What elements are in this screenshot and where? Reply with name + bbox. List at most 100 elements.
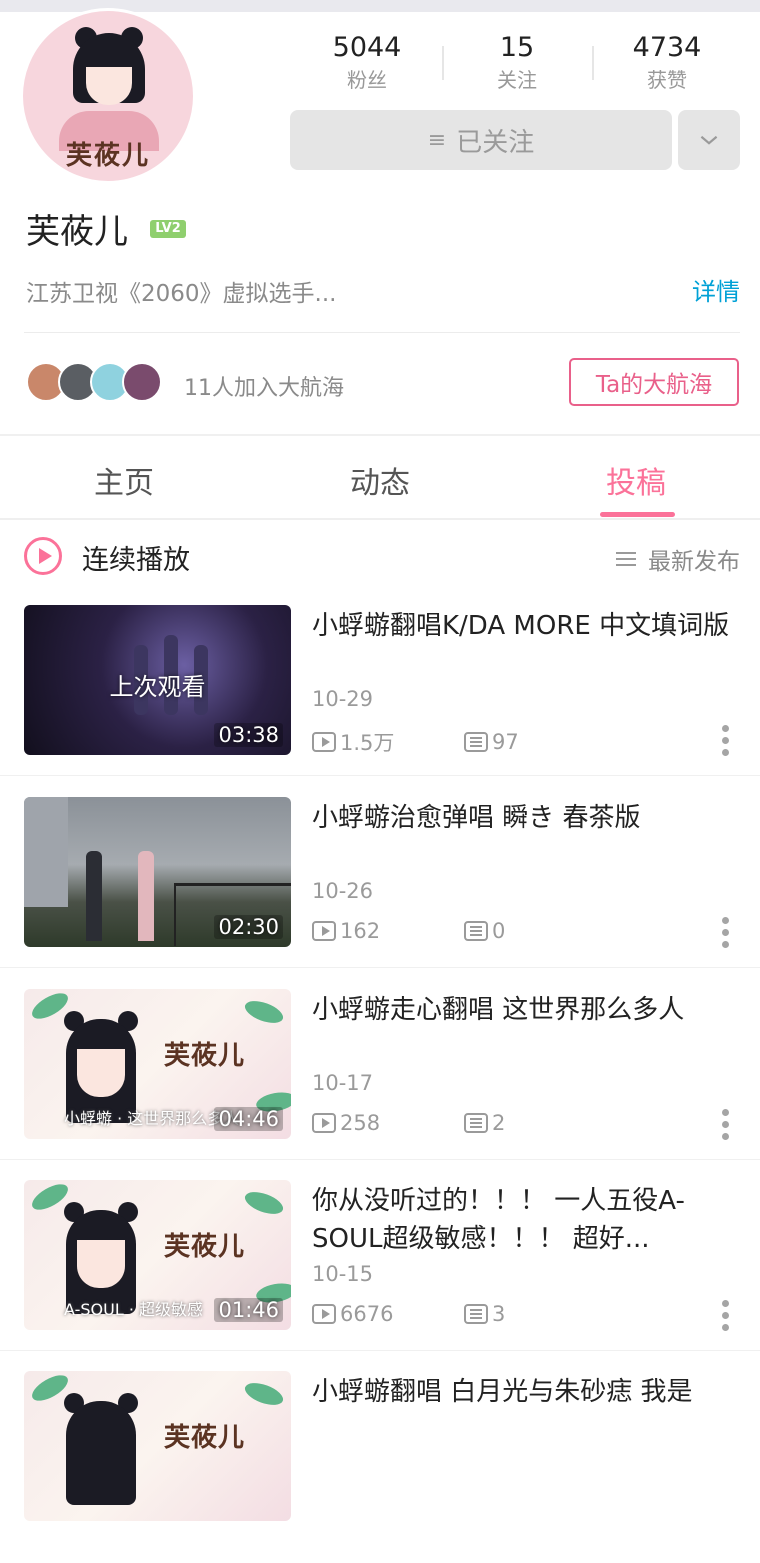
profile-tabs: 主页 动态 投稿	[0, 436, 760, 518]
play-circle-icon[interactable]	[24, 537, 62, 575]
sort-button[interactable]: 最新发布	[616, 542, 740, 576]
chevron-down-icon	[700, 135, 718, 145]
tab-dynamic[interactable]: 动态	[350, 458, 410, 502]
divider	[0, 518, 760, 520]
follow-dropdown-button[interactable]	[678, 110, 740, 170]
stat-value: 4734	[632, 32, 702, 63]
thumb-subtitle: A-SOUL · 超级敏感	[64, 1300, 204, 1319]
thumb-art	[77, 1232, 125, 1288]
avatar[interactable]: 芙莜儿	[20, 8, 196, 184]
danmaku-icon	[464, 921, 488, 941]
divider	[0, 967, 760, 968]
fans-count-text: 11人加入大航海	[184, 376, 344, 401]
more-options-icon[interactable]	[722, 725, 730, 761]
video-date: 10-17	[312, 1071, 374, 1095]
video-list-item[interactable]: 芙莜儿 小蜉蝣翻唱 白月光与朱砂痣 我是	[0, 1371, 760, 1563]
video-meta: 258 2	[312, 1111, 505, 1135]
stat-label: 获赞	[647, 68, 687, 92]
thumb-art	[66, 1401, 136, 1505]
video-date: 10-26	[312, 879, 374, 903]
avatar-name-art: 芙莜儿	[65, 141, 150, 171]
thumb-art	[77, 1041, 125, 1097]
video-date: 10-29	[312, 687, 374, 711]
thumb-art	[86, 851, 102, 941]
stat-likes: 4734 获赞	[592, 30, 742, 100]
avatar-art-bangs	[84, 51, 134, 67]
danmaku-icon	[464, 1113, 488, 1133]
divider	[0, 775, 760, 776]
video-title[interactable]: 小蜉蝣走心翻唱 这世界那么多人	[312, 991, 742, 1029]
video-list-item[interactable]: 芙莜儿 A-SOUL · 超级敏感 01:46 你从没听过的！！！ 一人五役A-…	[0, 1180, 760, 1372]
continuous-play-label[interactable]: 连续播放	[82, 538, 190, 577]
followed-button[interactable]: ≡ 已关注	[290, 110, 672, 170]
stat-value: 5044	[332, 32, 402, 63]
stat-following[interactable]: 15 关注	[442, 30, 592, 100]
last-watched-overlay: 上次观看	[109, 673, 206, 701]
active-tab-indicator	[600, 512, 675, 517]
sort-lines-icon	[616, 548, 636, 570]
danmaku-icon	[464, 732, 488, 752]
play-count: 162	[340, 919, 381, 943]
thumb-subtitle: 小蜉蝣 · 这世界那么多人	[64, 1109, 240, 1128]
more-options-icon[interactable]	[722, 917, 730, 953]
video-list-item[interactable]: 上次观看 03:38 小蜉蝣翻唱K/DA MORE 中文填词版 10-29 1.…	[0, 605, 760, 797]
video-thumbnail[interactable]: 芙莜儿	[24, 1371, 291, 1521]
video-title[interactable]: 你从没听过的！！！ 一人五役A-SOUL超级敏感！！！ 超好...	[312, 1182, 742, 1258]
danmaku-count: 97	[492, 730, 519, 754]
thumb-art	[74, 1033, 128, 1049]
thumb-name-art: 芙莜儿	[164, 1232, 246, 1262]
video-meta: 6676 3	[312, 1302, 505, 1326]
danmaku-icon	[464, 1304, 488, 1324]
play-count-icon	[312, 921, 336, 941]
play-count: 1.5万	[340, 731, 395, 755]
video-thumbnail[interactable]: 02:30	[24, 797, 291, 947]
video-thumbnail[interactable]: 芙莜儿 小蜉蝣 · 这世界那么多人 04:46	[24, 989, 291, 1139]
thumb-art	[242, 996, 286, 1028]
video-meta: 1.5万 97	[312, 727, 519, 757]
stat-followers[interactable]: 5044 粉丝	[292, 30, 442, 100]
thumb-art	[242, 1378, 286, 1410]
divider	[0, 1159, 760, 1160]
video-title[interactable]: 小蜉蝣治愈弹唱 瞬き 春茶版	[312, 799, 742, 837]
divider	[0, 1350, 760, 1351]
stat-label: 关注	[497, 68, 537, 92]
level-badge: LV2	[150, 220, 186, 238]
more-options-icon[interactable]	[722, 1109, 730, 1145]
sort-label: 最新发布	[648, 549, 740, 575]
play-count: 6676	[340, 1302, 394, 1326]
play-count-icon	[312, 732, 336, 752]
thumb-art	[24, 797, 68, 907]
video-list-item[interactable]: 芙莜儿 小蜉蝣 · 这世界那么多人 04:46 小蜉蝣走心翻唱 这世界那么多人 …	[0, 989, 760, 1181]
thumb-art	[138, 851, 154, 941]
thumb-art	[242, 1187, 286, 1219]
video-title[interactable]: 小蜉蝣翻唱K/DA MORE 中文填词版	[312, 607, 742, 645]
thumb-name-art: 芙莜儿	[164, 1423, 246, 1453]
video-duration: 02:30	[214, 915, 283, 939]
stat-label: 粉丝	[347, 68, 387, 92]
danmaku-count: 2	[492, 1111, 506, 1135]
tab-uploads[interactable]: 投稿	[606, 458, 666, 502]
username: 芙莜儿	[26, 212, 128, 252]
fan-avatar	[122, 362, 162, 402]
video-list-item[interactable]: 02:30 小蜉蝣治愈弹唱 瞬き 春茶版 10-26 162 0	[0, 797, 760, 989]
play-count-icon	[312, 1113, 336, 1133]
more-options-icon[interactable]	[722, 1300, 730, 1336]
thumb-art	[74, 1224, 128, 1240]
fan-avatars[interactable]	[26, 362, 162, 402]
video-duration: 03:38	[214, 723, 283, 747]
tab-home[interactable]: 主页	[94, 458, 154, 502]
danmaku-count: 3	[492, 1302, 506, 1326]
followed-button-label: 已关注	[456, 127, 535, 158]
video-thumbnail[interactable]: 上次观看 03:38	[24, 605, 291, 755]
bio-text: 江苏卫视《2060》虚拟选手...	[26, 281, 337, 307]
video-duration: 04:46	[214, 1107, 283, 1131]
profile-stats: 5044 粉丝 15 关注 4734 获赞	[292, 30, 742, 100]
voyage-button[interactable]: Ta的大航海	[569, 358, 739, 406]
video-title[interactable]: 小蜉蝣翻唱 白月光与朱砂痣 我是	[312, 1373, 742, 1411]
detail-link[interactable]: 详情	[692, 272, 740, 307]
menu-lines-icon: ≡	[427, 127, 447, 153]
video-thumbnail[interactable]: 芙莜儿 A-SOUL · 超级敏感 01:46	[24, 1180, 291, 1330]
play-count-icon	[312, 1304, 336, 1324]
danmaku-count: 0	[492, 919, 506, 943]
play-count: 258	[340, 1111, 381, 1135]
